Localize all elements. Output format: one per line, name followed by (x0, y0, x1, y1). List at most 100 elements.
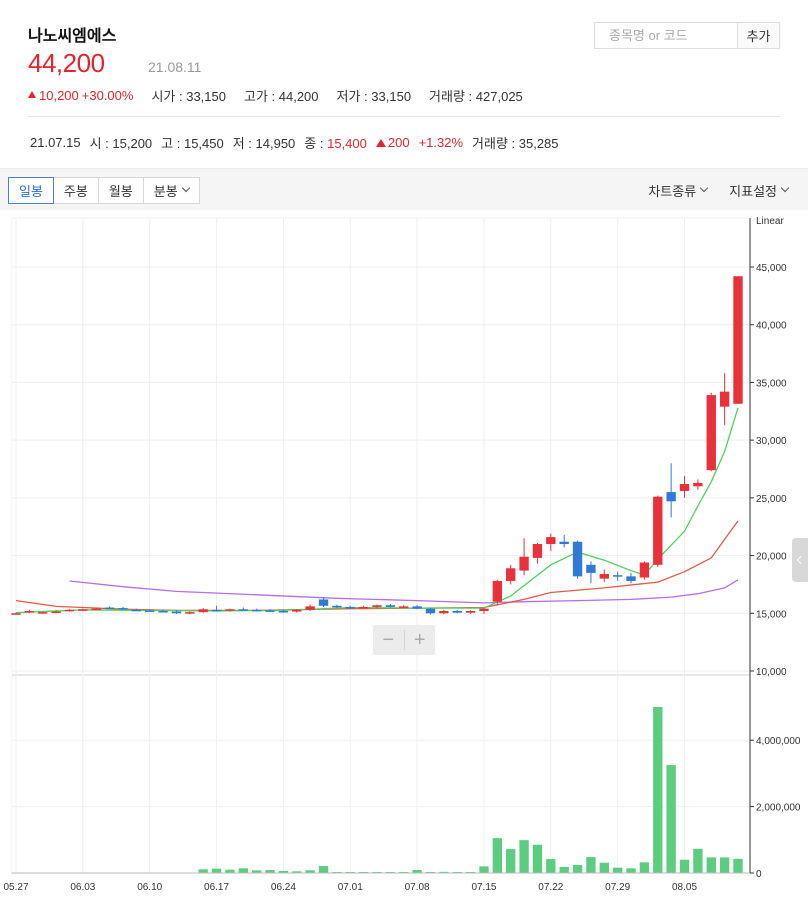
stock-search: 추가 (594, 22, 780, 49)
candle-body (265, 610, 275, 612)
date-tick-label: 07.08 (405, 882, 430, 893)
volume-bar (546, 859, 556, 873)
candle-body (719, 391, 730, 407)
candle-body (733, 276, 743, 404)
date-tick-label: 06.10 (137, 882, 162, 893)
volume-bar (238, 868, 248, 873)
volume-tick-label: 4,000,000 (756, 736, 801, 747)
date-tick-label: 07.29 (605, 882, 630, 893)
candle-body (546, 537, 556, 545)
volume-bar (479, 866, 489, 873)
candle-body (24, 610, 35, 613)
chevron-down-icon (181, 183, 190, 192)
chart-toolbar: 일봉 주봉 월봉 분봉 차트종류 지표설정 (0, 168, 808, 210)
price-tick-label: 30,000 (756, 436, 787, 447)
candle-body (91, 608, 101, 611)
volume-bar (626, 868, 636, 873)
hover-volume: 거래량 : 35,285 (472, 136, 559, 151)
candle-body (465, 610, 476, 613)
high-price: 고가 : 44,200 (243, 89, 319, 104)
candle-body (519, 556, 529, 571)
hover-change: 200 (375, 135, 410, 150)
divider (28, 116, 780, 117)
low-price: 저가 : 33,150 (336, 89, 412, 104)
chart-axes: 10,000 15,000 20,000 25,000 30,000 35,000 40,0… (3, 216, 800, 893)
volume-bar (733, 858, 743, 873)
date-tick-label: 06.24 (271, 882, 296, 893)
volume-bar (559, 867, 569, 873)
candle-body (251, 609, 262, 612)
candle-body (225, 609, 235, 611)
indicator-settings-dropdown[interactable]: 지표설정 (729, 181, 790, 200)
candle-body (372, 605, 382, 607)
period-tabs: 일봉 주봉 월봉 분봉 (8, 177, 200, 204)
candle-body (492, 580, 503, 602)
candle-body (332, 605, 342, 608)
candle-body (439, 610, 449, 614)
candle-body (693, 482, 703, 487)
candle-body (399, 606, 409, 608)
stock-name: 나노씨엠에스 (28, 28, 117, 45)
tab-minute[interactable]: 분봉 (142, 177, 200, 204)
side-panel-toggle[interactable] (792, 538, 808, 582)
date-tick-label: 06.03 (70, 882, 95, 893)
date-tick-label: 08.05 (672, 882, 697, 893)
candle-body (104, 607, 115, 610)
candle-body (425, 608, 436, 614)
candle-body (572, 541, 583, 577)
zoom-out-button[interactable]: − (373, 625, 404, 655)
volume-bar (506, 849, 516, 873)
candle-body (318, 599, 329, 606)
candle-body (64, 609, 75, 612)
volume-bar (679, 859, 690, 873)
price-tick-label: 35,000 (756, 378, 787, 389)
candle-body (118, 608, 128, 610)
candle-body (38, 612, 48, 614)
price-chart[interactable]: 10,000 15,000 20,000 25,000 30,000 35,000 40,0… (0, 210, 808, 908)
quote-summary: 10,200 +30.00% 시가 : 33,150 고가 : 44,200 저… (28, 86, 523, 105)
candle-body (586, 564, 596, 573)
candle-body (626, 576, 636, 581)
tab-monthly[interactable]: 월봉 (97, 177, 144, 204)
triangle-up-icon (375, 139, 386, 147)
candle-body (358, 606, 369, 609)
volume-bar (653, 707, 663, 873)
price-tick-label: 15,000 (756, 609, 787, 620)
hover-rate: +1.32% (418, 135, 464, 150)
volume-bar (211, 868, 222, 873)
ma60-line (69, 579, 739, 604)
candle-body (198, 609, 208, 613)
candle-body (506, 568, 516, 581)
scale-label: Linear (756, 216, 784, 227)
add-button[interactable]: 추가 (737, 23, 779, 48)
plot-frame (11, 217, 751, 874)
volume-tick-label: 0 (756, 869, 762, 880)
chart-grid (11, 217, 751, 874)
candle-body (278, 610, 289, 613)
chart-tools: 차트종류 지표설정 (648, 181, 790, 200)
price-tick-label: 40,000 (756, 321, 787, 332)
stock-chart-page: 나노씨엠에스 44,200 21.08.11 10,200 +30.00% 시가… (0, 0, 808, 908)
date-tick-label: 07.22 (538, 882, 563, 893)
volume-bar (719, 857, 730, 873)
hover-open: 시 : 15,200 (89, 136, 153, 151)
volume-bar (532, 844, 543, 873)
candle-body (185, 612, 195, 614)
volume-bar (198, 869, 208, 873)
candle-body (131, 609, 142, 612)
volume-bar (586, 857, 596, 873)
chart-type-dropdown[interactable]: 차트종류 (648, 181, 709, 200)
volume-bar (612, 867, 623, 873)
hover-date: 21.07.15 (30, 135, 81, 150)
volume-bar (519, 840, 529, 873)
tab-daily[interactable]: 일봉 (8, 177, 54, 204)
zoom-in-button[interactable]: + (405, 625, 436, 655)
tab-weekly[interactable]: 주봉 (52, 177, 99, 204)
search-input[interactable] (595, 23, 737, 48)
volume-bars (11, 707, 743, 874)
current-price: 44,200 (28, 48, 105, 78)
volume-bar (492, 838, 503, 873)
candle-body (653, 496, 663, 565)
hover-low: 저 : 14,950 (232, 136, 296, 151)
price-change: 10,200 +30.00% (28, 88, 133, 103)
